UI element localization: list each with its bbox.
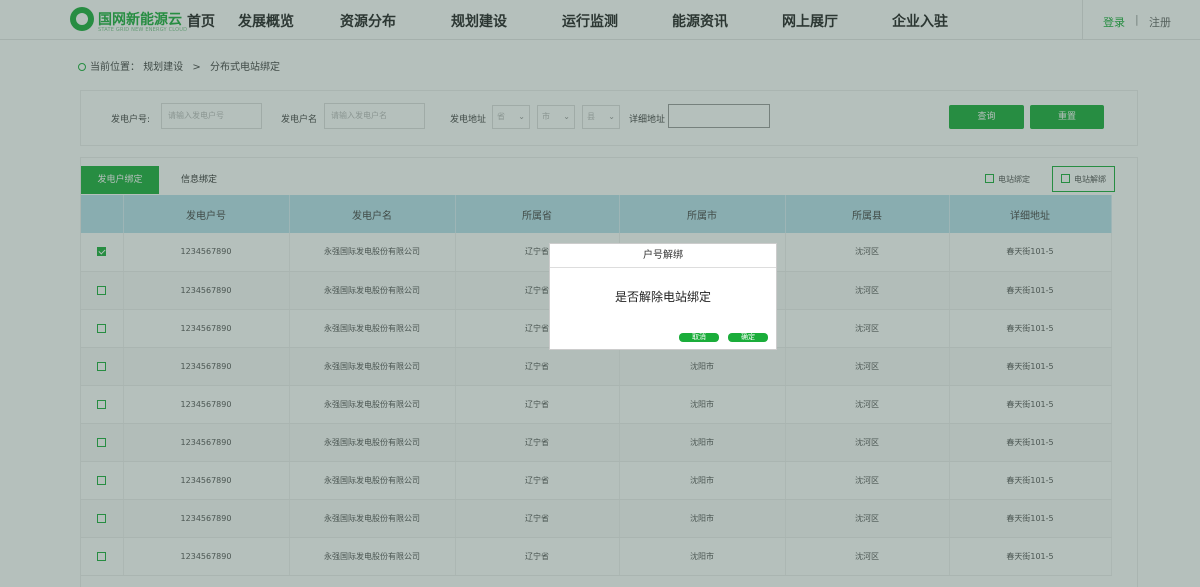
dialog-title: 户号解绑 [550,244,776,268]
confirm-button[interactable]: 确定 [728,333,768,342]
unbind-dialog: 户号解绑 是否解除电站绑定 取消 确定 [549,243,777,350]
dialog-message: 是否解除电站绑定 [614,290,711,304]
cancel-button[interactable]: 取消 [679,333,719,342]
